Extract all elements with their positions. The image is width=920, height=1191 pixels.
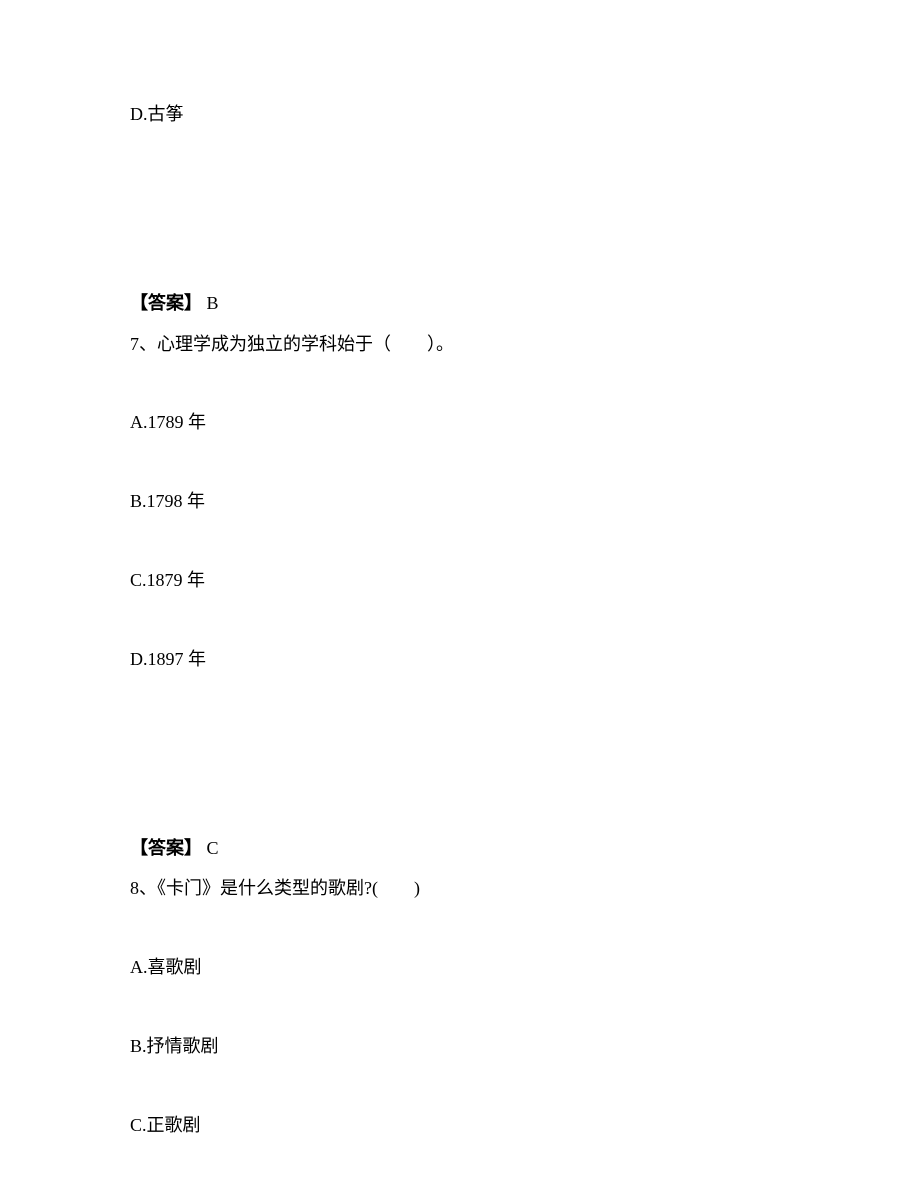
question-7-option-d: D.1897 年	[130, 645, 790, 674]
answer-7-value: C	[207, 838, 219, 858]
question-8-text: 8、《卡门》是什么类型的歌剧?( )	[130, 874, 790, 903]
question-8-option-c: C.正歌剧	[130, 1111, 790, 1140]
question-7-option-b: B.1798 年	[130, 487, 790, 516]
question-7-text: 7、心理学成为独立的学科始于（ ）。	[130, 330, 790, 359]
answer-7: 【答案】 C	[130, 834, 790, 863]
previous-option-d: D.古筝	[130, 100, 790, 129]
question-8-option-b: B.抒情歌剧	[130, 1032, 790, 1061]
answer-6-value: B	[207, 293, 219, 313]
question-8-option-a: A.喜歌剧	[130, 953, 790, 982]
question-7-option-a: A.1789 年	[130, 408, 790, 437]
answer-6: 【答案】 B	[130, 289, 790, 318]
answer-7-label: 【答案】	[130, 838, 202, 858]
question-7-option-c: C.1879 年	[130, 566, 790, 595]
answer-6-label: 【答案】	[130, 293, 202, 313]
